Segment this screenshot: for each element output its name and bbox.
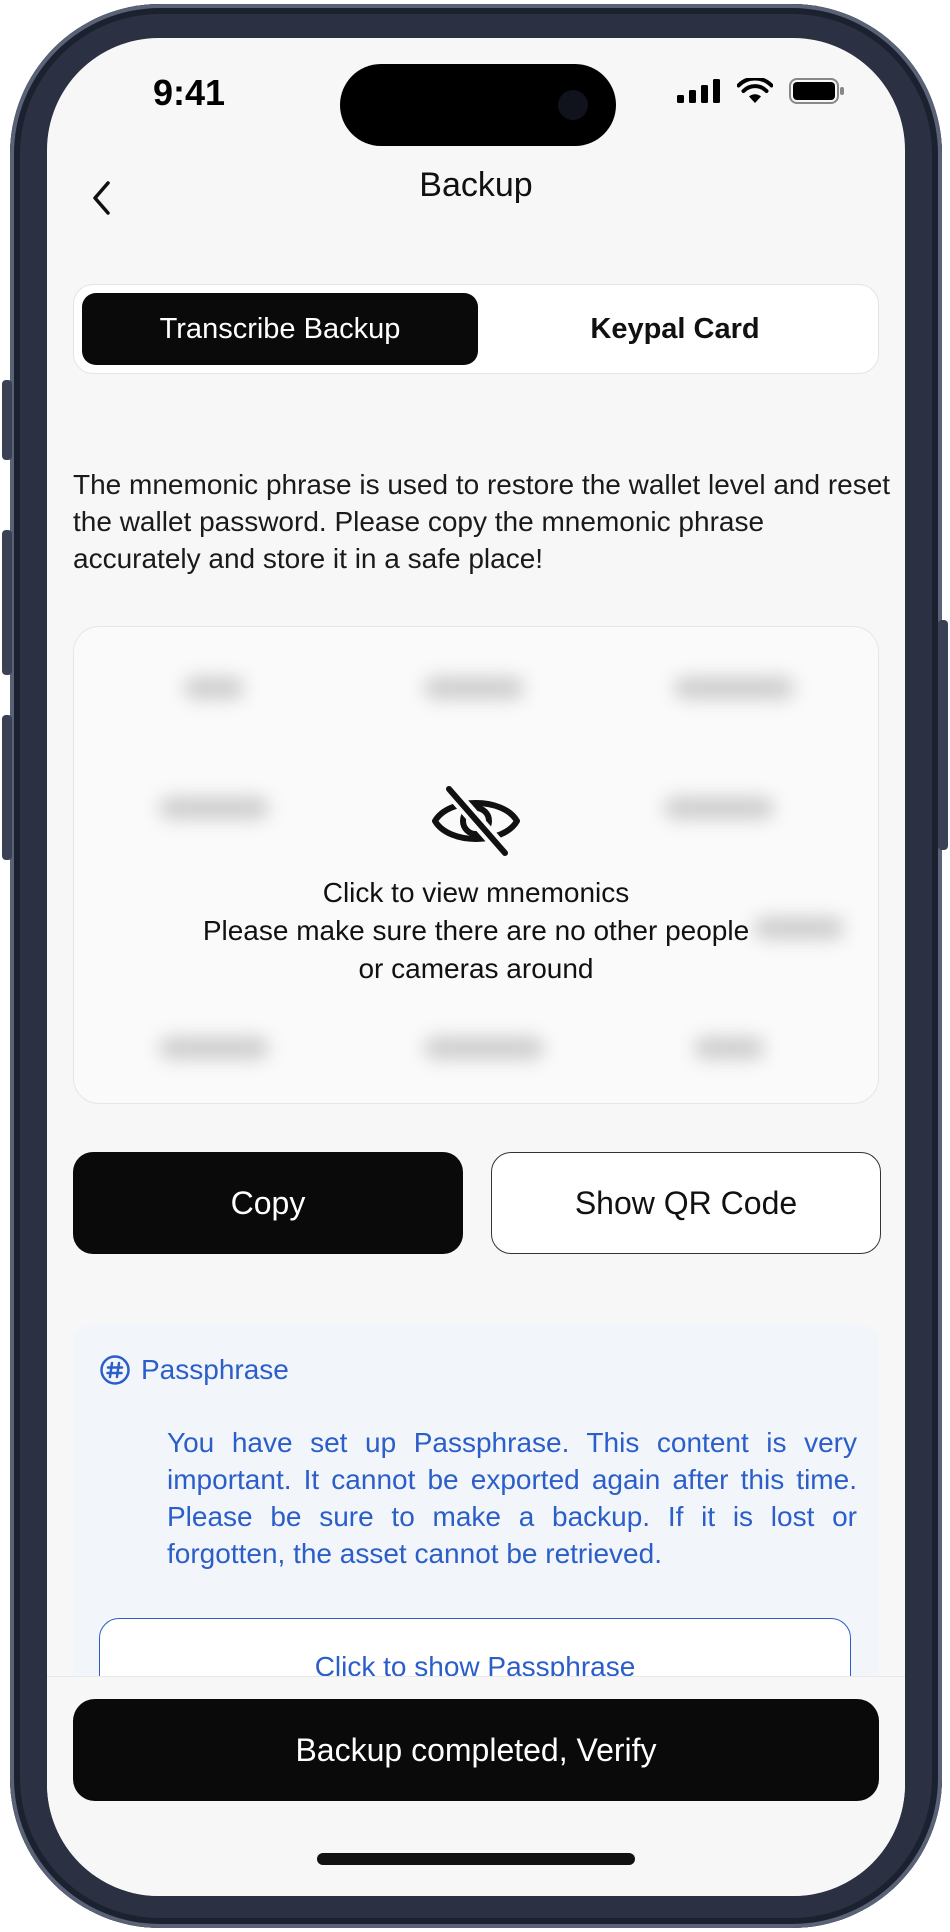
blurred-word — [184, 677, 244, 699]
backup-type-tabs: Transcribe Backup Keypal Card — [73, 284, 879, 374]
copy-button[interactable]: Copy — [73, 1152, 463, 1254]
dynamic-island — [340, 64, 616, 146]
description-text: The mnemonic phrase is used to restore t… — [73, 469, 891, 574]
power-button — [938, 620, 948, 850]
show-qr-code-button[interactable]: Show QR Code — [491, 1152, 881, 1254]
bottom-bar: Backup completed, Verify — [47, 1676, 905, 1896]
blurred-word — [674, 677, 794, 699]
reveal-line-3: or cameras around — [358, 953, 594, 984]
status-icons — [677, 78, 845, 104]
camera-icon — [558, 90, 588, 120]
blurred-word — [424, 1037, 544, 1059]
page-title: Backup — [419, 166, 533, 204]
volume-down-button — [2, 715, 12, 860]
blurred-word — [424, 677, 524, 699]
screen: 9:41 Backup Transcribe Backup Keypal Car… — [47, 38, 905, 1896]
blurred-word — [694, 1037, 764, 1059]
status-time: 9:41 — [153, 72, 226, 113]
signal-icon — [677, 79, 720, 103]
reveal-line-1: Click to view mnemonics — [322, 877, 630, 908]
passphrase-title: Passphrase — [141, 1354, 289, 1385]
home-indicator — [317, 1853, 635, 1865]
passphrase-header: Passphrase — [99, 1354, 289, 1386]
action-button — [2, 380, 12, 460]
battery-icon — [789, 78, 844, 104]
volume-up-button — [2, 530, 12, 675]
wifi-icon — [737, 78, 773, 103]
reveal-line-2: Please make sure there are no other peop… — [202, 915, 750, 946]
eye-off-icon — [432, 782, 520, 860]
verify-button[interactable]: Backup completed, Verify — [73, 1699, 879, 1801]
blurred-word — [159, 1037, 269, 1059]
tab-transcribe-backup[interactable]: Transcribe Backup — [82, 293, 478, 365]
hash-icon — [100, 1355, 130, 1385]
mnemonic-reveal-area[interactable]: Click to view mnemonics Please make sure… — [73, 626, 879, 1104]
passphrase-warning-text: You have set up Passphrase. This content… — [167, 1427, 857, 1569]
reveal-prompt: Click to view mnemonics Please make sure… — [74, 782, 878, 988]
tab-keypal-card[interactable]: Keypal Card — [478, 293, 872, 365]
